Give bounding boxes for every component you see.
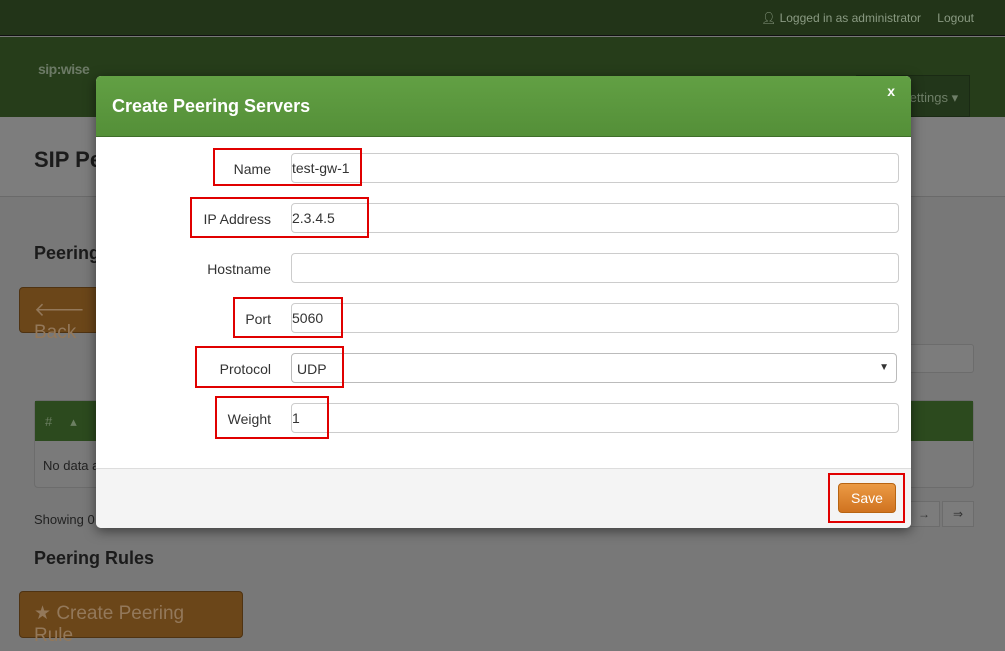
highlight-weight [215, 396, 329, 439]
top-bar: 👤︎ Logged in as administrator Logout [0, 0, 1005, 36]
name-input[interactable] [291, 153, 899, 183]
weight-input[interactable] [291, 403, 899, 433]
caret-down-icon: ▼ [879, 362, 889, 373]
section-title-rules: Peering Rules [34, 548, 155, 568]
create-peering-servers-modal: Create Peering Servers x Name IP Address… [96, 76, 911, 528]
highlight-save [828, 473, 905, 523]
hostname-input[interactable] [291, 253, 899, 283]
port-input[interactable] [291, 303, 899, 333]
user-icon: 👤︎ [761, 11, 780, 25]
close-icon[interactable]: x [887, 83, 895, 99]
logo: sip:wise [38, 61, 90, 77]
section-title-servers: Peering [34, 243, 101, 263]
port-row: Port [96, 303, 911, 333]
page-title: SIP Pe [34, 147, 103, 172]
last-page-button[interactable]: ⇒ [942, 501, 974, 527]
protocol-select[interactable]: UDP ▼ [291, 353, 897, 383]
search-input[interactable] [900, 344, 974, 373]
hostname-row: Hostname [96, 253, 911, 283]
highlight-port [233, 297, 343, 338]
create-peering-rule-button[interactable]: ★ Create Peering Rule [19, 591, 243, 646]
logout-link[interactable]: Logout [937, 11, 974, 25]
modal-title: Create Peering Servers [96, 76, 911, 137]
highlight-name [213, 148, 362, 186]
showing-text: Showing 0 [34, 512, 95, 527]
logged-in-text: 👤︎ Logged in as administrator [761, 11, 921, 25]
modal-footer [96, 468, 911, 528]
highlight-ip [190, 197, 369, 238]
ip-address-input[interactable] [291, 203, 899, 233]
highlight-protocol [195, 346, 344, 388]
next-page-button[interactable]: → [908, 501, 940, 527]
